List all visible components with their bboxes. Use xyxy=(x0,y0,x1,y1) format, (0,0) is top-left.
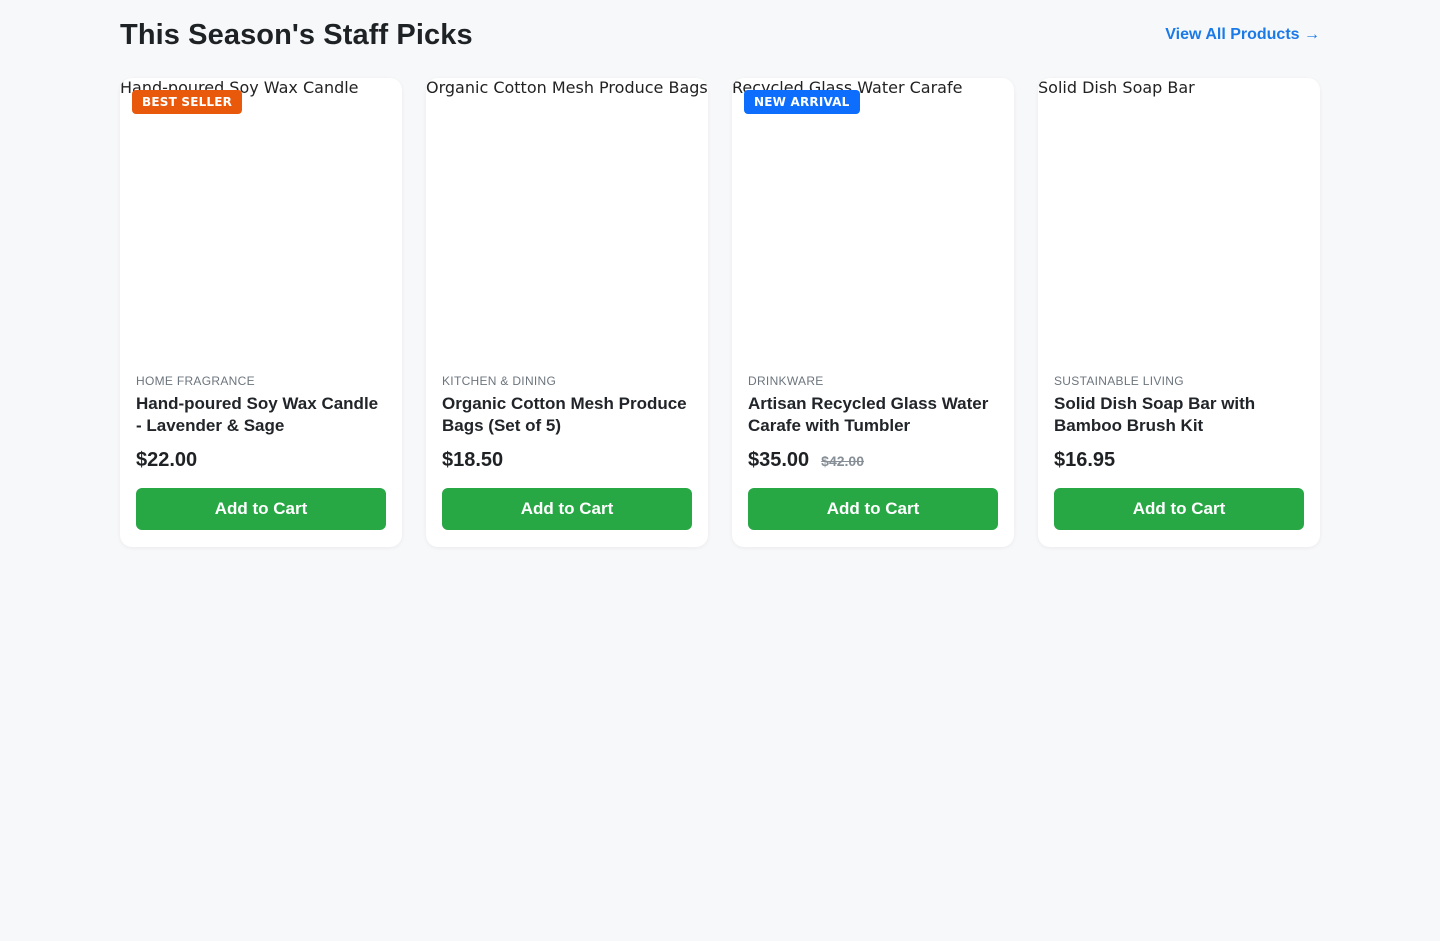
product-card: Solid Dish Soap Bar SUSTAINABLE LIVING S… xyxy=(1038,78,1320,547)
product-image[interactable]: Organic Cotton Mesh Produce Bags xyxy=(426,78,708,358)
new-arrival-badge: NEW ARRIVAL xyxy=(744,90,860,114)
product-card: Recycled Glass Water Carafe NEW ARRIVAL … xyxy=(732,78,1014,547)
product-card: Hand-poured Soy Wax Candle BEST SELLER H… xyxy=(120,78,402,547)
price-row: $16.95 xyxy=(1054,449,1304,477)
product-original-price: $42.00 xyxy=(821,453,864,469)
product-image[interactable]: Recycled Glass Water Carafe NEW ARRIVAL xyxy=(732,78,1014,358)
product-card: Organic Cotton Mesh Produce Bags KITCHEN… xyxy=(426,78,708,547)
product-price: $35.00 xyxy=(748,449,810,471)
product-grid: Hand-poured Soy Wax Candle BEST SELLER H… xyxy=(120,78,1320,547)
add-to-cart-button[interactable]: Add to Cart xyxy=(442,488,692,530)
price-row: $22.00 xyxy=(136,449,386,477)
product-name[interactable]: Artisan Recycled Glass Water Carafe with… xyxy=(748,393,998,437)
section-title: This Season's Staff Picks xyxy=(120,18,473,51)
section-header: This Season's Staff Picks View All Produ… xyxy=(120,0,1320,74)
add-to-cart-button[interactable]: Add to Cart xyxy=(136,488,386,530)
product-image-alt-text: Organic Cotton Mesh Produce Bags xyxy=(426,78,708,97)
product-price: $22.00 xyxy=(136,449,198,471)
staff-picks-section: This Season's Staff Picks View All Produ… xyxy=(120,0,1320,547)
product-image[interactable]: Hand-poured Soy Wax Candle BEST SELLER xyxy=(120,78,402,358)
best-seller-badge: BEST SELLER xyxy=(132,90,243,114)
price-row: $18.50 xyxy=(442,449,692,477)
add-to-cart-button[interactable]: Add to Cart xyxy=(1054,488,1304,530)
product-category: DRINKWARE xyxy=(748,374,824,388)
product-category: KITCHEN & DINING xyxy=(442,374,557,388)
product-price: $16.95 xyxy=(1054,449,1116,471)
price-row: $35.00 $42.00 xyxy=(748,449,998,477)
view-all-products-link[interactable]: View All Products → xyxy=(1165,26,1320,44)
product-image[interactable]: Solid Dish Soap Bar xyxy=(1038,78,1320,358)
product-name[interactable]: Solid Dish Soap Bar with Bamboo Brush Ki… xyxy=(1054,393,1304,437)
product-name[interactable]: Hand-poured Soy Wax Candle - Lavender & … xyxy=(136,393,386,437)
product-category: HOME FRAGRANCE xyxy=(136,374,255,388)
product-price: $18.50 xyxy=(442,449,504,471)
add-to-cart-button[interactable]: Add to Cart xyxy=(748,488,998,530)
product-image-alt-text: Solid Dish Soap Bar xyxy=(1038,78,1195,97)
product-category: SUSTAINABLE LIVING xyxy=(1054,374,1184,388)
product-name[interactable]: Organic Cotton Mesh Produce Bags (Set of… xyxy=(442,393,692,437)
